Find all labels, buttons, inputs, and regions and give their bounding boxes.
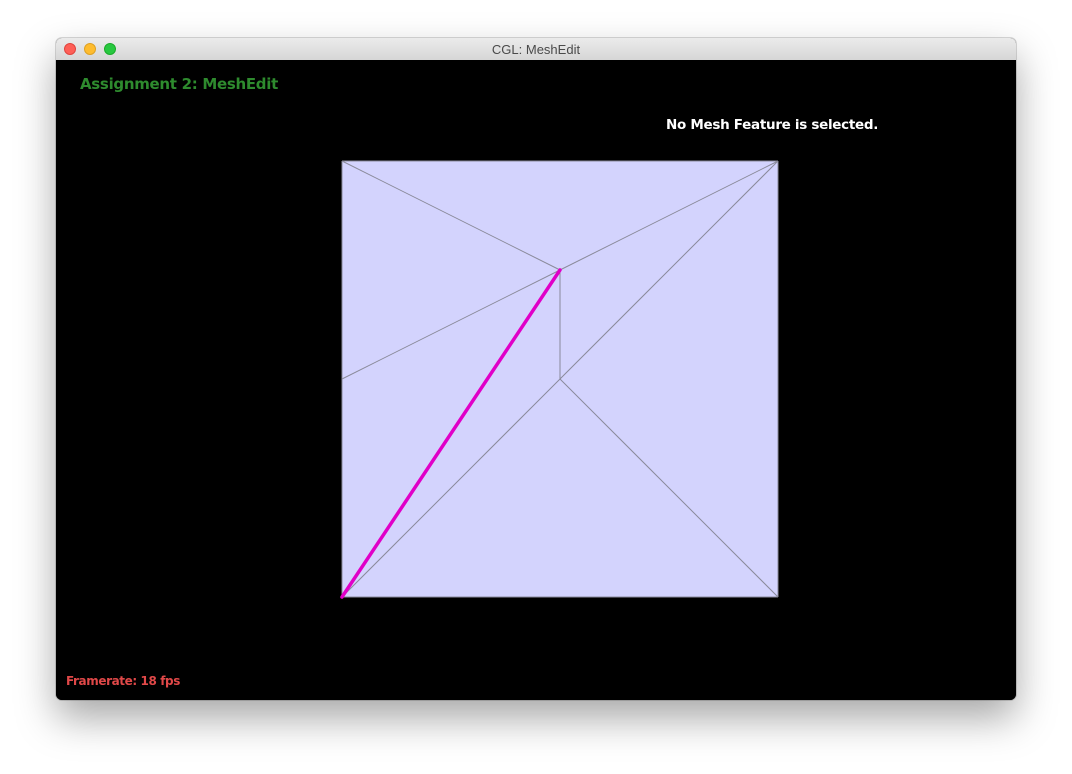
- app-window: CGL: MeshEdit Assignment 2: MeshEdit No …: [56, 38, 1016, 700]
- window-title: CGL: MeshEdit: [491, 42, 581, 57]
- render-viewport[interactable]: Assignment 2: MeshEdit No Mesh Feature i…: [56, 60, 1016, 700]
- title-bar[interactable]: CGL: MeshEdit: [56, 38, 1016, 61]
- app-title: Assignment 2: MeshEdit: [80, 75, 278, 93]
- mesh-canvas[interactable]: [56, 60, 1016, 700]
- selection-status: No Mesh Feature is selected.: [666, 117, 879, 133]
- framerate-readout: Framerate: 18 fps: [66, 674, 180, 688]
